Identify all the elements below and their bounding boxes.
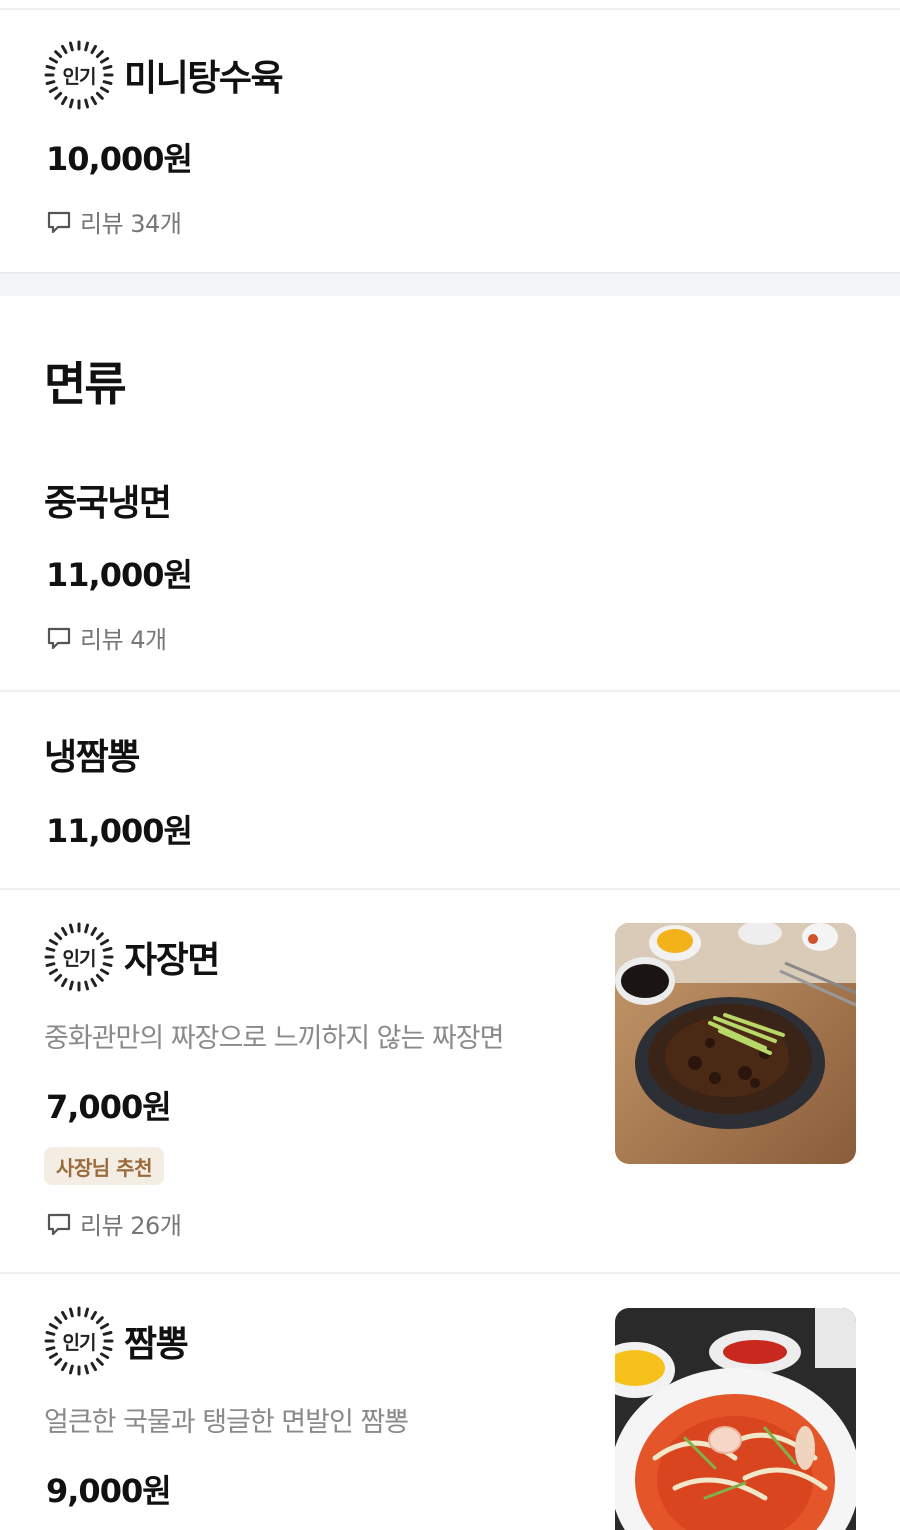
jjamppong-photo-icon[interactable] bbox=[615, 1308, 856, 1530]
item-name: 자장면 bbox=[124, 940, 220, 981]
menu-item-naeng-jjamppong[interactable]: 냉짬뽕 11,000원 bbox=[0, 692, 900, 888]
jajangmyeon-photo-icon[interactable] bbox=[615, 923, 856, 1164]
review-count: 리뷰 26개 bbox=[46, 1206, 182, 1241]
item-price: 9,000원 bbox=[46, 1472, 172, 1510]
owner-recommend-tag: 사장님 추천 bbox=[44, 1147, 164, 1185]
comment-icon bbox=[47, 211, 71, 233]
item-name-row: 냉짬뽕 bbox=[44, 728, 140, 780]
comment-icon bbox=[47, 627, 71, 649]
item-price: 10,000원 bbox=[46, 140, 193, 178]
popular-badge-label: 인기 bbox=[62, 947, 97, 970]
menu-item-mini-tangsuyuk[interactable]: 인기 미니탕수육 10,000원 리뷰 34개 bbox=[0, 10, 900, 272]
item-description: 중화관만의 짜장으로 느끼하지 않는 짜장면 bbox=[44, 1023, 504, 1054]
item-name-row: 인기 짬뽕 bbox=[44, 1306, 189, 1376]
item-price: 11,000원 bbox=[46, 812, 193, 850]
menu-item-chinese-naengmyeon[interactable]: 중국냉면 11,000원 리뷰 4개 bbox=[0, 460, 900, 690]
popular-badge-icon: 인기 bbox=[44, 40, 114, 110]
menu-item-jajangmyeon[interactable]: 인기 자장면 중화관만의 짜장으로 느끼하지 않는 짜장면 7,000원 사장님… bbox=[0, 890, 900, 1272]
review-count-label: 리뷰 4개 bbox=[80, 626, 167, 654]
item-name: 짬뽕 bbox=[124, 1324, 189, 1365]
popular-badge-label: 인기 bbox=[62, 1331, 97, 1354]
section-separator bbox=[0, 272, 900, 296]
menu-item-jjamppong[interactable]: 인기 짬뽕 얼큰한 국물과 탱글한 면발인 짬뽕 9,000원 bbox=[0, 1274, 900, 1530]
item-description: 얼큰한 국물과 탱글한 면발인 짬뽕 bbox=[44, 1407, 409, 1438]
item-name: 중국냉면 bbox=[44, 483, 172, 524]
popular-badge-icon: 인기 bbox=[44, 922, 114, 992]
section-title: 면류 bbox=[44, 357, 127, 411]
item-name-row: 인기 미니탕수육 bbox=[44, 40, 284, 110]
review-count-label: 리뷰 34개 bbox=[80, 210, 182, 238]
comment-icon bbox=[47, 1213, 71, 1235]
popular-badge-label: 인기 bbox=[62, 65, 97, 88]
top-divider bbox=[0, 0, 900, 10]
item-name-row: 중국냉면 bbox=[44, 474, 172, 526]
review-count: 리뷰 34개 bbox=[46, 204, 182, 239]
item-name: 냉짬뽕 bbox=[44, 737, 140, 778]
item-price: 11,000원 bbox=[46, 556, 193, 594]
review-count: 리뷰 4개 bbox=[46, 620, 167, 655]
review-count-label: 리뷰 26개 bbox=[80, 1212, 182, 1240]
item-price: 7,000원 bbox=[46, 1088, 172, 1126]
item-name-row: 인기 자장면 bbox=[44, 922, 220, 992]
popular-badge-icon: 인기 bbox=[44, 1306, 114, 1376]
item-name: 미니탕수육 bbox=[124, 58, 284, 99]
